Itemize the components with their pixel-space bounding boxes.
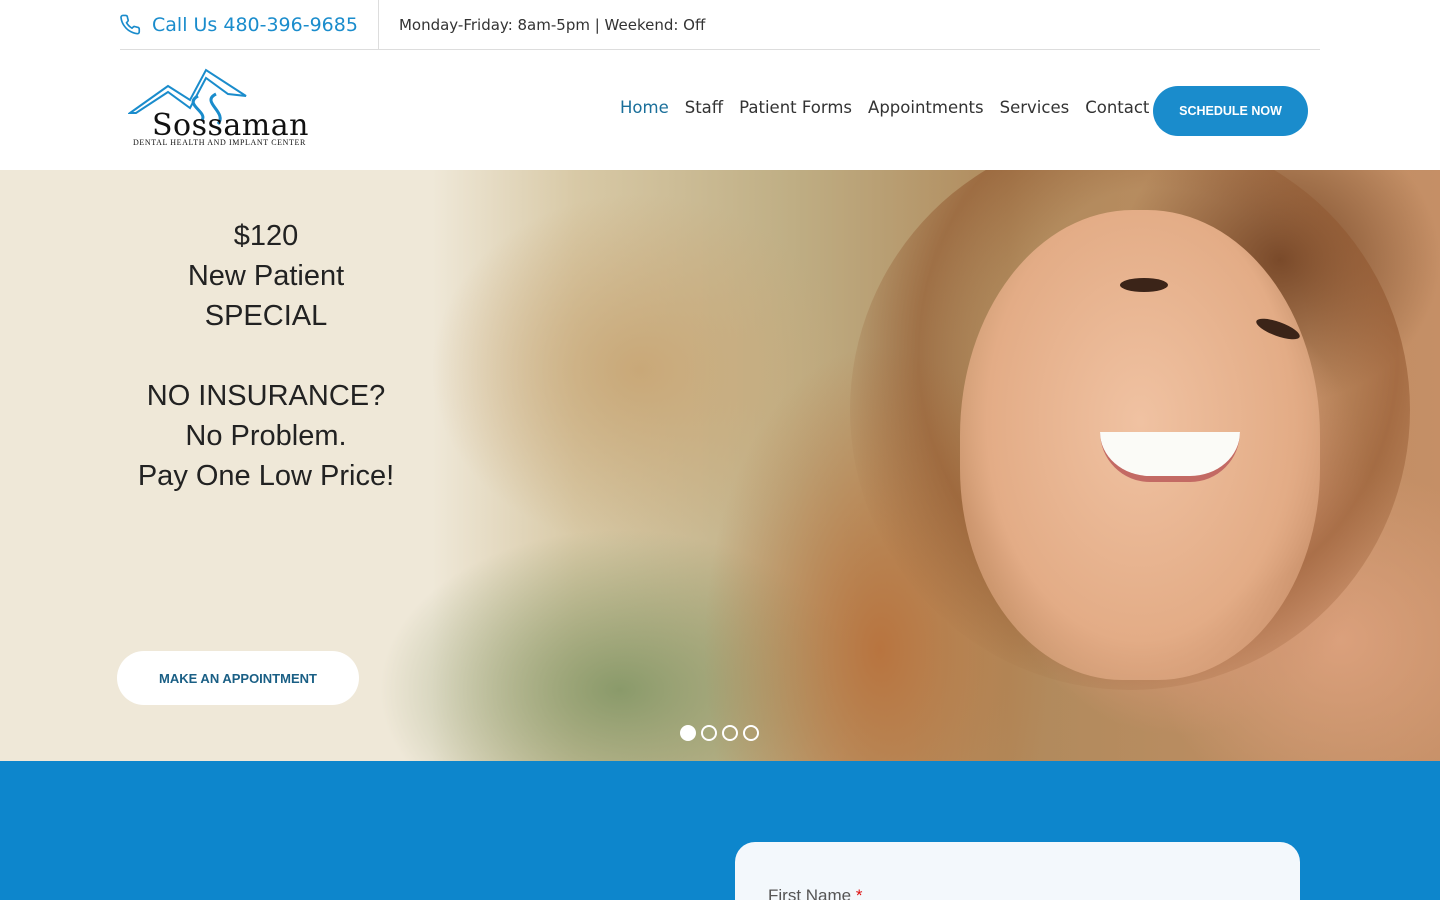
hero-no-problem: No Problem. (185, 420, 347, 452)
phone-label[interactable]: Call Us 480-396-9685 (152, 14, 358, 36)
required-mark: * (855, 886, 863, 900)
slider-dot-2[interactable] (701, 725, 717, 741)
logo-tagline: DENTAL HEALTH AND IMPLANT CENTER (133, 138, 306, 147)
phone-link[interactable]: Call Us 480-396-9685 (120, 0, 379, 50)
slider-dot-3[interactable] (722, 725, 738, 741)
hero-special: SPECIAL (204, 300, 328, 332)
site-header: Sossaman DENTAL HEALTH AND IMPLANT CENTE… (0, 50, 1440, 170)
hero-slider: $120 New Patient SPECIAL NO INSURANCE? N… (0, 170, 1440, 761)
slider-dots (680, 725, 759, 741)
make-appointment-button[interactable]: MAKE AN APPOINTMENT (117, 651, 359, 705)
business-hours: Monday-Friday: 8am-5pm | Weekend: Off (398, 15, 706, 34)
top-bar: Call Us 480-396-9685 Monday-Friday: 8am-… (120, 0, 1320, 50)
nav-item-appointments[interactable]: Appointments (868, 98, 984, 117)
nav-item-services[interactable]: Services (1000, 98, 1070, 117)
slider-dot-1[interactable] (680, 725, 696, 741)
hero-photo-eye-left (1120, 278, 1168, 292)
contact-section: First Name * (0, 761, 1440, 900)
phone-icon (120, 14, 141, 35)
hero-new-patient: New Patient (187, 260, 345, 292)
hero-no-insurance: NO INSURANCE? (146, 380, 386, 412)
first-name-label: First Name * (768, 886, 862, 900)
hero-price: $120 (233, 220, 299, 252)
hero-promo-text: $120 New Patient SPECIAL NO INSURANCE? N… (130, 216, 402, 496)
slider-dot-4[interactable] (743, 725, 759, 741)
hero-low-price: Pay One Low Price! (137, 460, 395, 492)
site-logo[interactable]: Sossaman DENTAL HEALTH AND IMPLANT CENTE… (128, 68, 318, 150)
nav-item-home[interactable]: Home (620, 98, 669, 117)
schedule-now-button[interactable]: SCHEDULE NOW (1153, 86, 1308, 136)
contact-form: First Name * (735, 842, 1300, 900)
nav-item-staff[interactable]: Staff (685, 98, 723, 117)
nav-item-patient-forms[interactable]: Patient Forms (739, 98, 852, 117)
main-nav: Home Staff Patient Forms Appointments Se… (620, 98, 1149, 117)
first-name-label-text: First Name (768, 886, 852, 900)
nav-item-contact[interactable]: Contact (1085, 98, 1149, 117)
